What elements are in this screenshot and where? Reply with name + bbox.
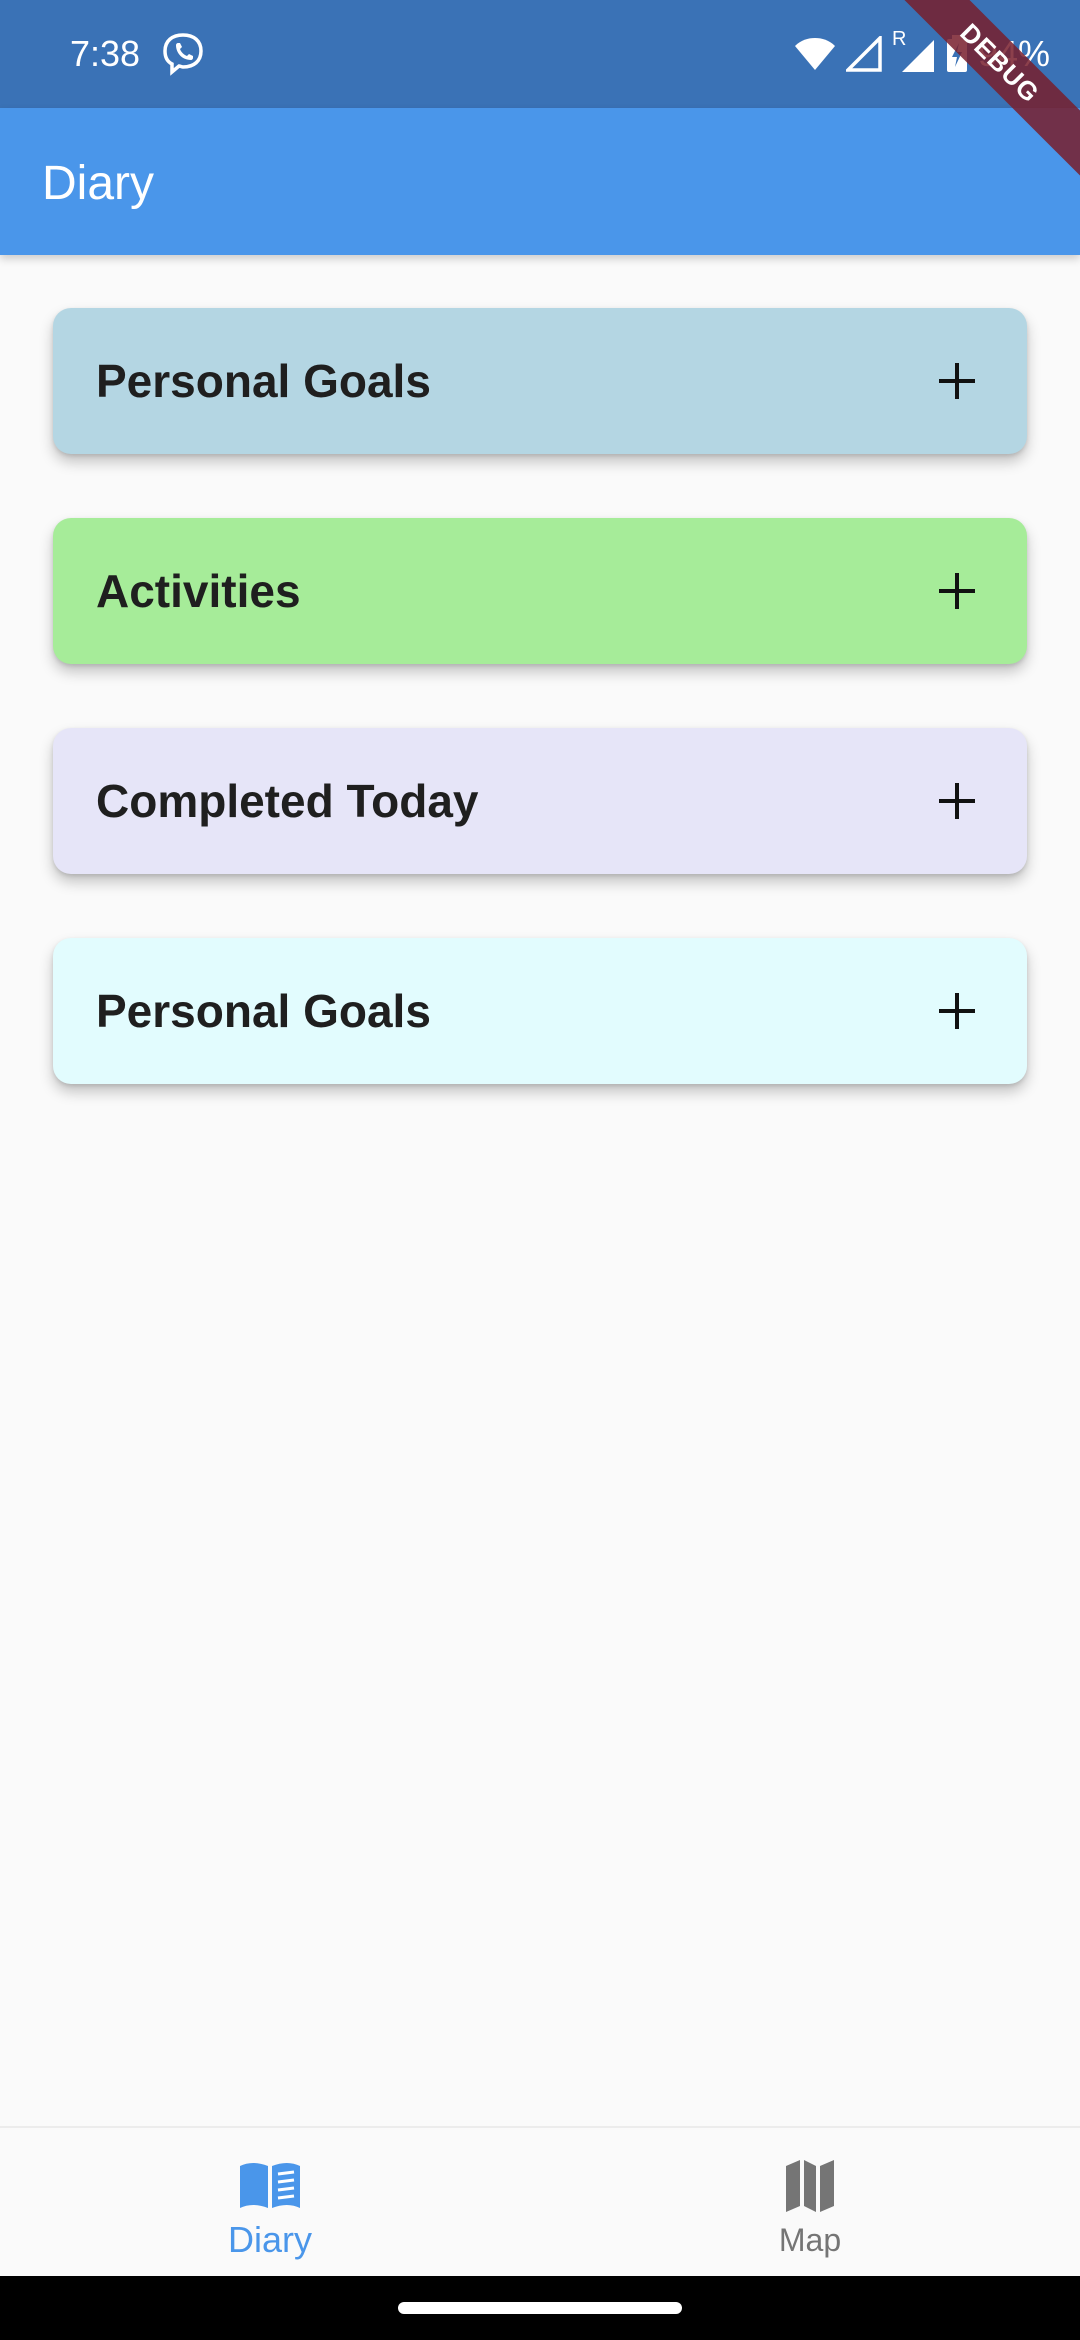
nav-item-map[interactable]: Map: [540, 2128, 1080, 2278]
home-gesture-handle[interactable]: [398, 2302, 682, 2314]
map-icon: [778, 2158, 842, 2214]
plus-icon[interactable]: [927, 561, 987, 621]
plus-icon[interactable]: [927, 771, 987, 831]
card-personal-goals[interactable]: Personal Goals: [53, 308, 1027, 454]
status-time: 7:38: [70, 33, 141, 74]
signal-roaming-icon: R: [892, 28, 936, 74]
card-completed-today[interactable]: Completed Today: [53, 728, 1027, 874]
diary-card-list: Personal Goals Activities Completed Toda…: [53, 308, 1027, 1148]
card-title: Completed Today: [96, 775, 479, 827]
bottom-navigation: Diary Map: [0, 2126, 1080, 2276]
page-title: Diary: [42, 157, 155, 210]
app-bar: Diary: [0, 108, 1080, 255]
nav-item-diary[interactable]: Diary: [0, 2128, 540, 2278]
system-gesture-bar: [0, 2276, 1080, 2340]
viber-icon: [160, 31, 206, 77]
nav-label-diary: Diary: [227, 2219, 312, 2260]
status-bar: 7:38 R: [0, 0, 1080, 108]
book-icon: [238, 2158, 302, 2214]
diary-screen: 7:38 R DEBUG Diary Personal Goals Activi…: [0, 0, 1080, 2340]
card-activities[interactable]: Activities: [53, 518, 1027, 664]
card-personal-goals-2[interactable]: Personal Goals: [53, 938, 1027, 1084]
plus-icon[interactable]: [927, 981, 987, 1041]
card-title: Personal Goals: [96, 355, 431, 407]
card-title: Personal Goals: [96, 985, 431, 1037]
plus-icon[interactable]: [927, 351, 987, 411]
nav-label-map: Map: [778, 2222, 842, 2258]
card-title: Activities: [96, 565, 301, 617]
signal-icon: [845, 36, 882, 72]
wifi-icon: [794, 36, 836, 72]
